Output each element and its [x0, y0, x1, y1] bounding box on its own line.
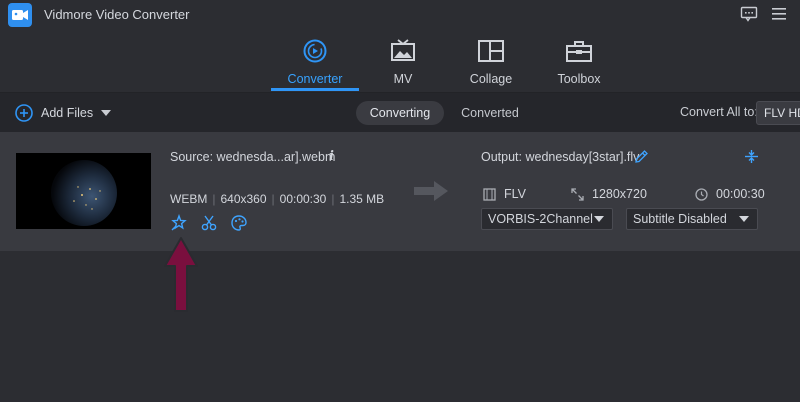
enhance-icon[interactable]: [170, 214, 188, 232]
output-resolution-value: 1280x720: [592, 187, 647, 201]
subtitle-value: Subtitle Disabled: [633, 212, 727, 226]
scissors-icon[interactable]: [200, 214, 218, 232]
palette-icon[interactable]: [230, 214, 248, 232]
feedback-icon[interactable]: [740, 6, 758, 22]
divider: |: [271, 192, 275, 206]
source-format: WEBM: [170, 192, 208, 206]
convert-all-label: Convert All to:: [680, 105, 758, 119]
chevron-down-icon: [739, 216, 749, 222]
video-thumbnail[interactable]: [16, 153, 151, 229]
edit-tools: [170, 214, 248, 232]
active-tab-indicator: [271, 88, 359, 91]
output-format: FLV: [483, 187, 526, 201]
subtitle-select[interactable]: Subtitle Disabled: [626, 208, 758, 230]
chevron-down-icon[interactable]: [101, 110, 112, 116]
output-format-value: FLV: [504, 187, 526, 201]
source-filename: Source: wednesda...ar].webm: [170, 150, 336, 164]
tab-toolbox[interactable]: Toolbox: [536, 38, 622, 92]
film-icon: [483, 187, 496, 201]
menu-icon[interactable]: [770, 6, 788, 22]
source-duration: 00:00:30: [279, 192, 327, 206]
output-filename: Output: wednesday[3star].flv: [481, 150, 640, 164]
tab-mv-label: MV: [393, 72, 413, 86]
annotation-arrow-icon: [164, 237, 198, 312]
tab-converter-label: Converter: [287, 72, 343, 86]
output-duration: 00:00:30: [695, 187, 765, 201]
audio-track-select[interactable]: VORBIS-2Channel: [481, 208, 613, 230]
divider: |: [331, 192, 335, 206]
tab-collage[interactable]: Collage: [448, 38, 534, 92]
app-title: Vidmore Video Converter: [44, 7, 190, 22]
converter-icon: [303, 39, 327, 63]
file-list-empty-area: [0, 251, 800, 402]
convert-all-format-select[interactable]: FLV HD: [756, 101, 800, 125]
clock-icon: [695, 187, 708, 201]
app-logo: [8, 3, 32, 27]
toolbar: Add Files Converting Converted Convert A…: [0, 92, 800, 132]
resize-icon: [571, 187, 584, 201]
tab-mv[interactable]: MV: [360, 38, 446, 92]
main-nav: Converter MV Collage Toolbox: [0, 30, 800, 92]
tab-collage-label: Collage: [469, 72, 513, 86]
tab-converting[interactable]: Converting: [356, 101, 444, 125]
source-meta: WEBM | 640x360 | 00:00:30 | 1.35 MB: [170, 192, 384, 206]
add-files-label: Add Files: [41, 106, 94, 120]
source-resolution: 640x360: [220, 192, 267, 206]
pencil-icon[interactable]: [634, 149, 649, 164]
tab-converted[interactable]: Converted: [450, 101, 530, 125]
add-icon: [15, 104, 33, 122]
chevron-down-icon: [594, 216, 604, 222]
file-row: Source: wednesda...ar].webm i WEBM | 640x…: [0, 132, 800, 251]
collage-icon: [478, 40, 504, 62]
toolbox-icon: [566, 41, 592, 62]
add-files-button[interactable]: Add Files: [15, 103, 112, 123]
convert-arrow-icon: [414, 181, 448, 201]
output-duration-value: 00:00:30: [716, 187, 765, 201]
title-bar: Vidmore Video Converter: [0, 0, 800, 30]
source-size: 1.35 MB: [339, 192, 385, 206]
tab-converter[interactable]: Converter: [272, 38, 358, 92]
divider: |: [212, 192, 216, 206]
compress-icon[interactable]: [744, 149, 759, 164]
tab-toolbox-label: Toolbox: [557, 72, 601, 86]
mv-icon: [391, 39, 415, 61]
audio-track-value: VORBIS-2Channel: [488, 212, 593, 226]
output-resolution: 1280x720: [571, 187, 647, 201]
info-icon[interactable]: i: [329, 149, 334, 164]
